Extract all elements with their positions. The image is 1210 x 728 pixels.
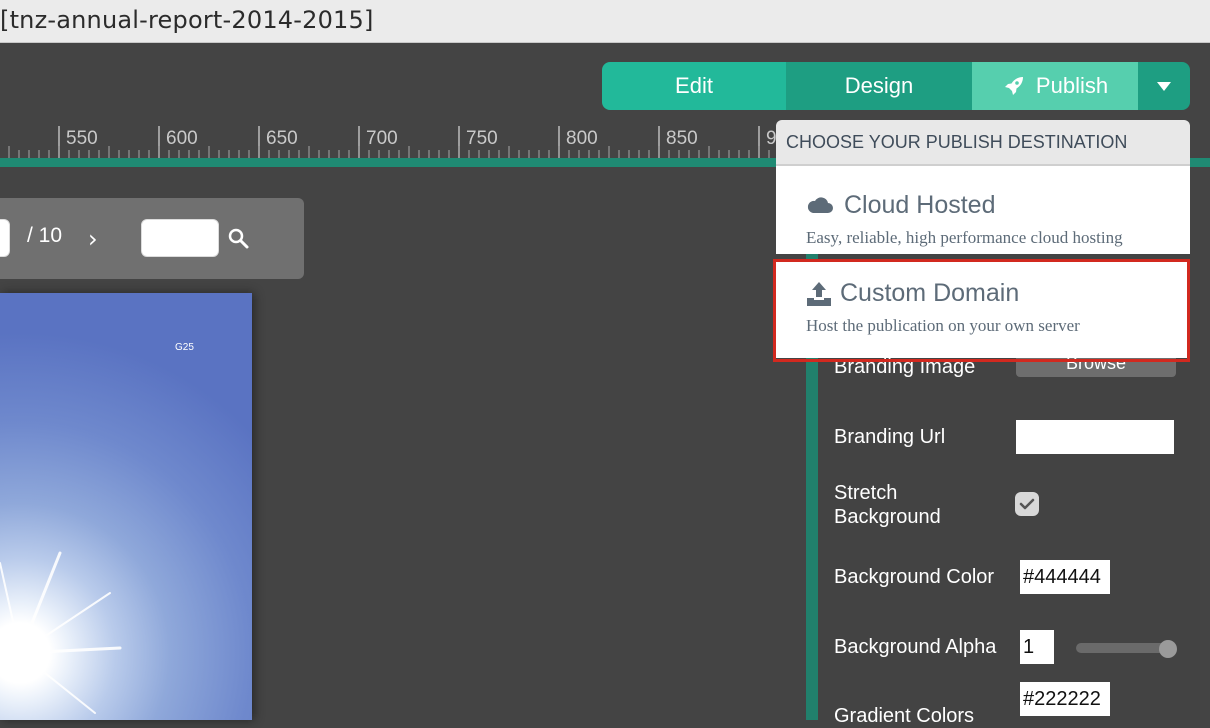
ruler-label: 600 bbox=[166, 128, 198, 149]
ruler-label: 550 bbox=[66, 128, 98, 149]
stretch-background-checkbox[interactable] bbox=[1015, 492, 1039, 516]
publish-button[interactable]: Publish bbox=[972, 62, 1138, 110]
ruler-label: 700 bbox=[366, 128, 398, 149]
design-button[interactable]: Design bbox=[786, 62, 972, 110]
gradient-color-input[interactable]: #222222 bbox=[1020, 682, 1110, 716]
ruler-label: 850 bbox=[666, 128, 698, 149]
ruler-label: 650 bbox=[266, 128, 298, 149]
stretch-background-label-line2: Background bbox=[834, 506, 941, 528]
publish-menu-header: CHOOSE YOUR PUBLISH DESTINATION bbox=[776, 120, 1190, 166]
design-button-label: Design bbox=[844, 73, 914, 98]
search-icon[interactable] bbox=[228, 228, 250, 250]
ruler-label: 9 bbox=[766, 128, 777, 149]
caret-down-icon bbox=[1157, 82, 1171, 91]
publish-menu-header-text: CHOOSE YOUR PUBLISH DESTINATION bbox=[786, 132, 1128, 152]
window-title: [tnz-annual-report-2014-2015] bbox=[0, 6, 374, 34]
gradient-colors-label: Gradient Colors bbox=[834, 705, 975, 727]
window-titlebar: [tnz-annual-report-2014-2015] bbox=[0, 0, 1210, 43]
checkmark-icon bbox=[1019, 498, 1035, 510]
rocket-icon bbox=[1004, 77, 1023, 95]
cloud-hosted-title: Cloud Hosted bbox=[844, 191, 996, 219]
publish-option-cloud-hosted[interactable]: Cloud Hosted Easy, reliable, high perfor… bbox=[776, 166, 1190, 254]
branding-url-input[interactable] bbox=[1016, 420, 1174, 454]
selection-highlight-box bbox=[773, 259, 1190, 362]
edit-button[interactable]: Edit bbox=[602, 62, 786, 110]
background-color-input[interactable]: #444444 bbox=[1020, 560, 1110, 594]
preview-corner-label: G25 bbox=[175, 342, 194, 353]
publish-options-button[interactable] bbox=[1138, 62, 1190, 110]
ruler-label: 800 bbox=[566, 128, 598, 149]
page-number-input[interactable] bbox=[0, 219, 10, 257]
ruler-label: 750 bbox=[466, 128, 498, 149]
background-alpha-slider-thumb[interactable] bbox=[1159, 640, 1177, 658]
branding-url-label: Branding Url bbox=[834, 426, 946, 448]
page-search-input[interactable] bbox=[141, 219, 219, 257]
background-color-label: Background Color bbox=[834, 566, 995, 588]
cloud-hosted-description: Easy, reliable, high performance cloud h… bbox=[806, 228, 1123, 247]
sun-flare-graphic bbox=[0, 551, 122, 714]
cloud-icon bbox=[807, 197, 833, 213]
publish-button-label: Publish bbox=[1035, 73, 1109, 98]
page-total: / 10 bbox=[27, 224, 63, 247]
background-alpha-label: Background Alpha bbox=[834, 636, 997, 658]
edit-button-label: Edit bbox=[675, 73, 713, 98]
stretch-background-label-line1: Stretch bbox=[834, 482, 898, 504]
background-alpha-input[interactable]: 1 bbox=[1020, 630, 1054, 664]
next-page-button[interactable]: › bbox=[88, 226, 98, 252]
